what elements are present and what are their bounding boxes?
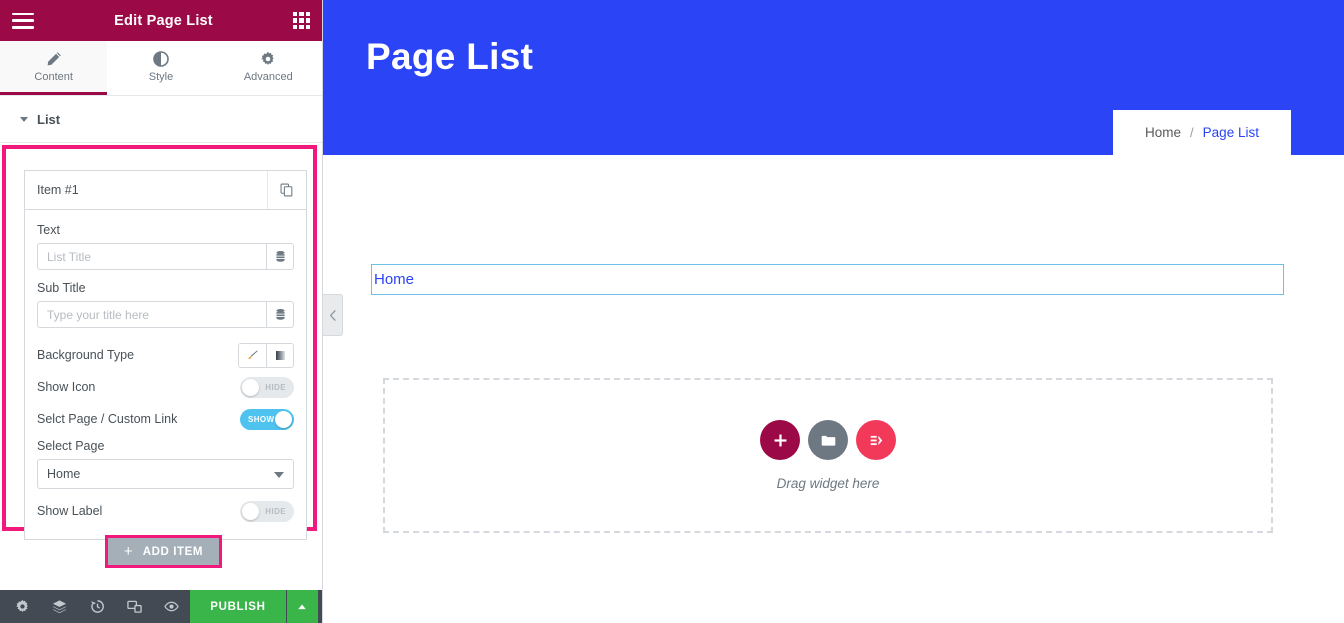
caret-up-icon	[298, 604, 307, 609]
chevron-left-icon	[329, 309, 336, 321]
gradient-bar-icon[interactable]	[266, 343, 293, 367]
breadcrumb-separator: /	[1190, 125, 1194, 140]
background-type-row: Background Type	[37, 339, 294, 371]
panel-tabs: Content Style Advanced	[0, 41, 322, 96]
breadcrumb-current[interactable]: Page List	[1203, 125, 1259, 140]
select-link-row: Selct Page / Custom Link SHOW	[37, 403, 294, 435]
repeater-item-row[interactable]: Item #1	[24, 170, 307, 209]
publish-options-button[interactable]	[285, 590, 318, 623]
pencil-icon	[46, 51, 62, 67]
show-label-row: Show Label HIDE	[37, 495, 294, 527]
field-text-row	[37, 243, 294, 270]
drop-zone[interactable]: Drag widget here	[383, 378, 1273, 533]
show-label-label: Show Label	[37, 504, 103, 518]
settings-gear-icon[interactable]	[4, 590, 41, 623]
background-type-choices	[238, 342, 294, 368]
folder-icon	[821, 435, 835, 446]
section-list-title: List	[37, 111, 61, 127]
panel-header: Edit Page List	[0, 0, 322, 41]
preview-eye-icon[interactable]	[153, 590, 190, 623]
add-template-button[interactable]	[808, 420, 848, 460]
breadcrumb: Home / Page List	[1113, 110, 1291, 155]
history-clock-icon[interactable]	[79, 590, 116, 623]
page-hero: Page List	[323, 0, 1344, 110]
tab-advanced[interactable]: Advanced	[214, 41, 322, 95]
toggle-knob	[275, 410, 292, 428]
show-label-state: HIDE	[265, 506, 286, 516]
plus-icon	[774, 434, 786, 446]
database-icon[interactable]	[266, 243, 294, 270]
elementor-editor: Edit Page List Content Style Advanced Li…	[0, 0, 1344, 623]
navigator-layers-icon[interactable]	[41, 590, 78, 623]
select-page-wrap: Home	[37, 459, 294, 489]
toggle-knob	[242, 502, 259, 520]
panel-collapse-handle[interactable]	[323, 294, 343, 336]
show-icon-toggle[interactable]: HIDE	[240, 376, 294, 398]
select-link-state: SHOW	[248, 414, 275, 424]
add-item-label: ADD ITEM	[142, 545, 204, 558]
page-list-widget[interactable]: Home	[371, 264, 1284, 295]
hero-strip-left	[323, 110, 1113, 155]
caret-down-icon	[20, 116, 28, 122]
section-list-header[interactable]: List	[0, 96, 322, 143]
elementor-logo-icon	[870, 435, 882, 445]
publish-label: PUBLISH	[210, 600, 266, 613]
editor-panel: Edit Page List Content Style Advanced Li…	[0, 0, 323, 623]
toggle-knob	[242, 378, 259, 396]
tab-style[interactable]: Style	[107, 41, 215, 95]
repeater-item-label: Item #1	[37, 183, 79, 197]
field-subtitle-row	[37, 301, 294, 328]
contrast-icon	[153, 50, 169, 67]
repeater-control: Item #1 Text Sub Title	[24, 170, 307, 540]
background-type-label: Background Type	[37, 348, 135, 362]
tab-advanced-label: Advanced	[243, 70, 293, 83]
panel-body: Item #1 Text Sub Title	[0, 143, 322, 590]
hero-strip-right	[1291, 110, 1344, 155]
tab-content[interactable]: Content	[0, 41, 108, 95]
gear-icon	[260, 51, 276, 67]
select-page-label: Select Page	[37, 439, 105, 453]
page-list-item-home[interactable]: Home	[374, 271, 414, 288]
field-text-label: Text	[37, 223, 60, 237]
publish-button[interactable]: PUBLISH	[190, 590, 286, 623]
elementor-logo-button[interactable]	[856, 420, 896, 460]
repeater-item-fields: Text Sub Title	[24, 209, 307, 540]
add-section-button[interactable]	[760, 420, 800, 460]
page-title: Page List	[366, 36, 534, 77]
drop-zone-text: Drag widget here	[776, 476, 880, 491]
repeater-highlight: Item #1 Text Sub Title	[2, 145, 317, 540]
show-icon-label: Show Icon	[37, 380, 96, 394]
grid-icon[interactable]	[293, 12, 310, 29]
hamburger-icon[interactable]	[12, 12, 34, 29]
text-input[interactable]	[37, 243, 266, 270]
copy-icon[interactable]	[267, 171, 306, 209]
select-link-label: Selct Page / Custom Link	[37, 412, 178, 426]
breadcrumb-home[interactable]: Home	[1145, 125, 1181, 140]
panel-title: Edit Page List	[114, 12, 213, 29]
show-label-toggle[interactable]: HIDE	[240, 500, 294, 522]
plus-icon: +	[123, 543, 133, 560]
database-icon[interactable]	[266, 301, 294, 328]
show-icon-state: HIDE	[265, 382, 286, 392]
preview-canvas: Page List Home / Page List Home Drag wid…	[323, 0, 1344, 623]
show-icon-row: Show Icon HIDE	[37, 371, 294, 403]
add-item-button[interactable]: + ADD ITEM	[105, 535, 222, 568]
tab-style-label: Style	[148, 70, 174, 83]
paint-brush-icon[interactable]	[239, 343, 266, 367]
field-subtitle-label: Sub Title	[37, 281, 86, 295]
drop-zone-buttons	[760, 420, 896, 460]
tab-content-label: Content	[34, 70, 73, 83]
select-page-dropdown[interactable]: Home	[37, 459, 294, 489]
subtitle-input[interactable]	[37, 301, 266, 328]
panel-footer: PUBLISH	[0, 590, 322, 623]
select-link-toggle[interactable]: SHOW	[240, 408, 294, 430]
responsive-mode-icon[interactable]	[116, 590, 153, 623]
